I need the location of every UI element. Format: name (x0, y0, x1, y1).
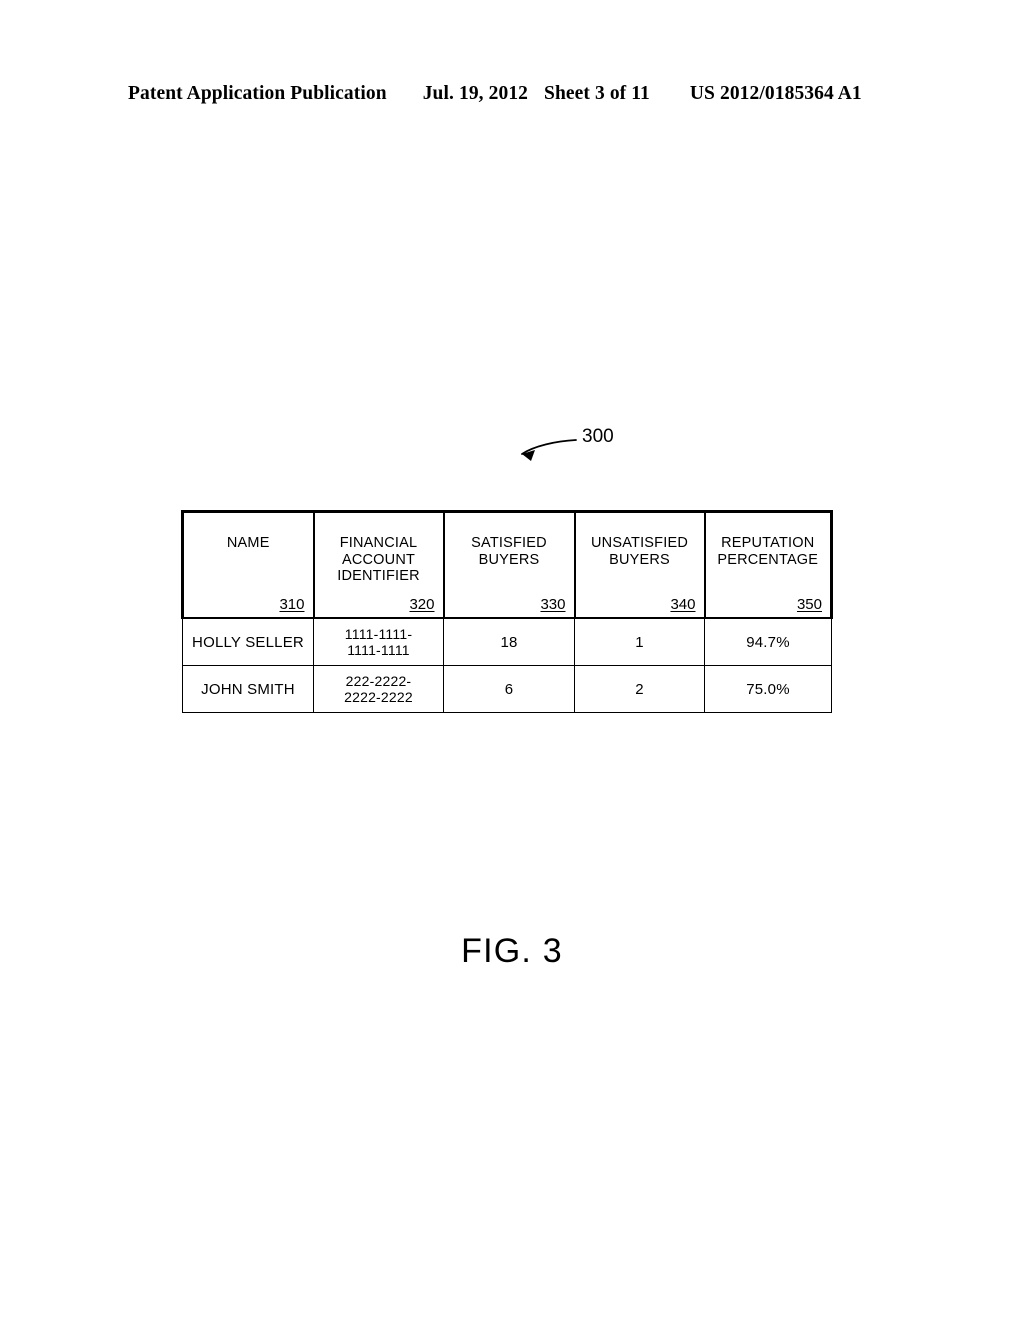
account-line-1: 222-2222- (345, 673, 412, 689)
cell-satisfied-buyers: 6 (443, 665, 575, 713)
table-row: HOLLY SELLER 1111-1111- 1111-1111 18 1 9… (182, 617, 832, 666)
cell-name: HOLLY SELLER (182, 617, 314, 666)
cell-satisfied-buyers: 18 (443, 617, 575, 666)
callout-label: 300 (582, 426, 614, 447)
publication-title: Patent Application Publication (128, 83, 387, 104)
table-row: JOHN SMITH 222-2222- 2222-2222 6 2 75.0% (182, 665, 832, 713)
account-line-2: 1111-1111 (347, 642, 410, 658)
callout-300: 300 (500, 420, 670, 470)
cell-reputation-percentage: 94.7% (704, 617, 832, 666)
account-line-1: 1111-1111- (344, 626, 413, 642)
column-header-name: NAME 310 (181, 510, 315, 619)
cell-reputation-percentage: 75.0% (704, 665, 832, 713)
column-header-satisfied-buyers: SATISFIED BUYERS 330 (442, 510, 576, 619)
document-number: US 2012/0185364 A1 (689, 83, 862, 104)
column-ref-320: 320 (409, 596, 435, 613)
cell-account-identifier: 1111-1111- 1111-1111 (313, 617, 444, 666)
column-ref-350: 350 (796, 596, 822, 613)
figure-caption: FIG. 3 (461, 932, 563, 970)
publication-date: Jul. 19, 2012 (422, 83, 529, 104)
sheet-number: Sheet 3 of 11 (544, 83, 650, 104)
column-ref-310: 310 (279, 596, 305, 613)
table-header-row: NAME 310 FINANCIAL ACCOUNT IDENTIFIER 320 … (181, 510, 833, 619)
column-header-financial-account-identifier-label: FINANCIAL ACCOUNT IDENTIFIER (337, 535, 420, 584)
page-header: Patent Application Publication Jul. 19, … (128, 83, 888, 109)
cell-unsatisfied-buyers: 2 (574, 665, 705, 713)
column-header-reputation-percentage: REPUTATION PERCENTAGE 350 (703, 510, 833, 619)
cell-unsatisfied-buyers: 1 (574, 617, 705, 666)
reputation-table: NAME 310 FINANCIAL ACCOUNT IDENTIFIER 320 … (181, 510, 833, 713)
column-header-reputation-percentage-label: REPUTATION PERCENTAGE (717, 535, 819, 568)
account-line-2: 2222-2222 (344, 689, 413, 705)
column-header-unsatisfied-buyers: UNSATISFIED BUYERS 340 (573, 510, 706, 619)
column-header-name-label: NAME (226, 535, 270, 551)
column-header-unsatisfied-buyers-label: UNSATISFIED BUYERS (591, 535, 688, 568)
column-ref-330: 330 (540, 596, 566, 613)
column-header-financial-account-identifier: FINANCIAL ACCOUNT IDENTIFIER 320 (312, 510, 445, 619)
cell-account-identifier: 222-2222- 2222-2222 (313, 665, 444, 713)
cell-name: JOHN SMITH (182, 665, 314, 713)
column-ref-340: 340 (670, 596, 696, 613)
column-header-satisfied-buyers-label: SATISFIED BUYERS (471, 535, 547, 568)
